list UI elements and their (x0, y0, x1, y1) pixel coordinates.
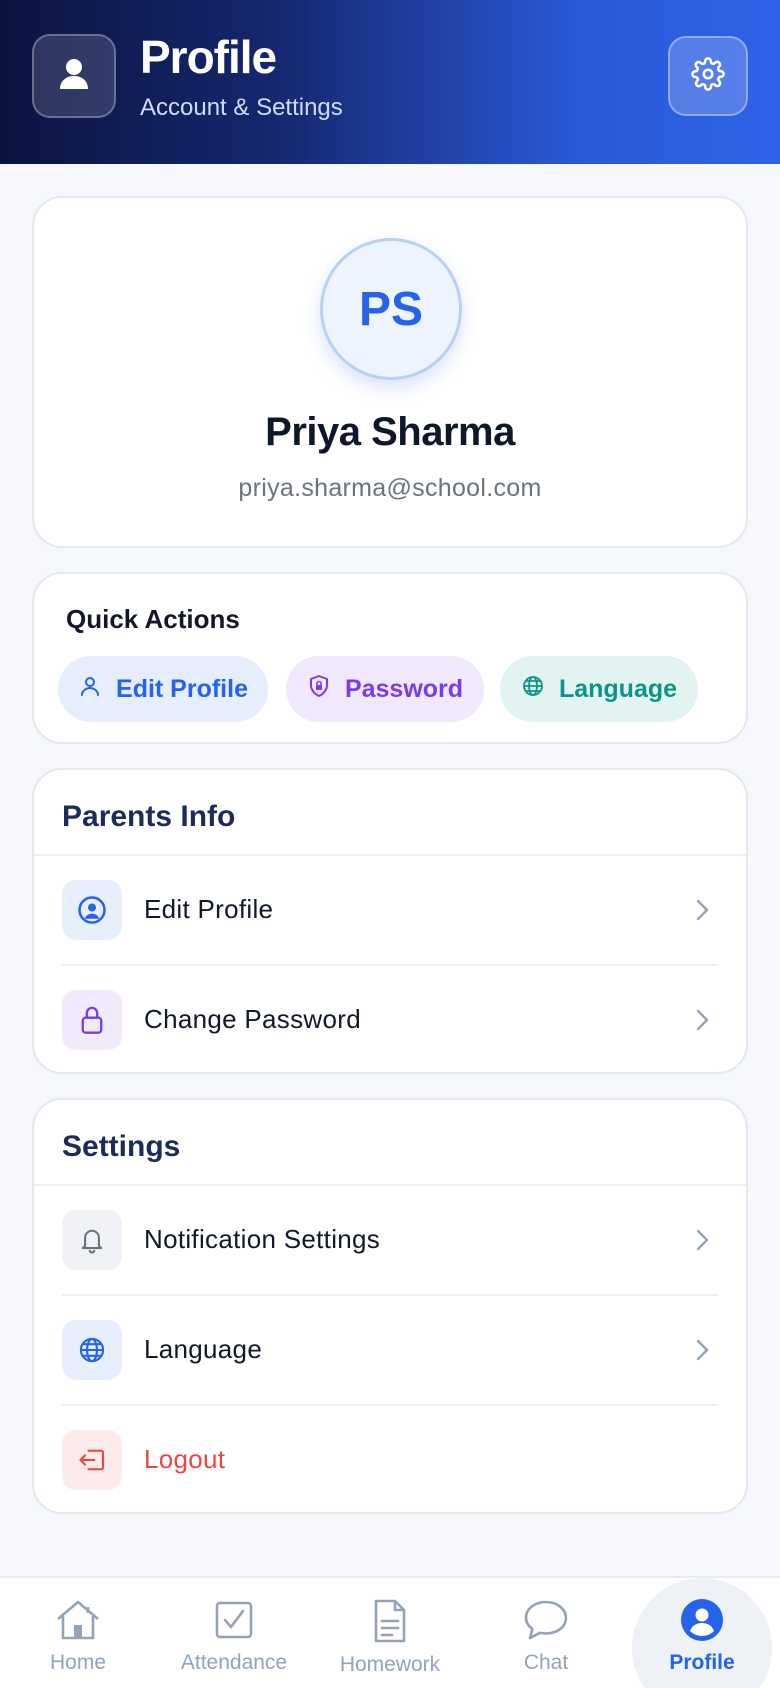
user-outline-icon (78, 674, 102, 705)
document-icon (370, 1598, 410, 1649)
parents-edit-profile-row[interactable]: Edit Profile (34, 856, 746, 966)
notification-settings-row[interactable]: Notification Settings (34, 1186, 746, 1296)
logout-label: Logout (144, 1444, 226, 1474)
logout-row[interactable]: Logout (34, 1406, 746, 1516)
language-row[interactable]: Language (34, 1296, 746, 1406)
quick-language-button[interactable]: Language (500, 656, 698, 722)
page-title: Profile (140, 31, 277, 83)
nav-attendance[interactable]: Attendance (156, 1578, 312, 1688)
nav-homework[interactable]: Homework (312, 1578, 468, 1688)
profile-card: PS Priya Sharma priya.sharma@school.com (32, 196, 748, 548)
profile-email: priya.sharma@school.com (238, 474, 542, 502)
profile-icon (680, 1598, 724, 1647)
parents-info-title: Parents Info (62, 800, 236, 833)
settings-title: Settings (62, 1130, 181, 1163)
user-circle-icon (62, 880, 122, 940)
quick-edit-profile-label: Edit Profile (116, 674, 248, 703)
quick-language-label: Language (558, 674, 678, 703)
lock-icon (62, 990, 122, 1050)
parents-change-password-label: Change Password (144, 1004, 361, 1034)
parents-edit-profile-label: Edit Profile (144, 894, 274, 924)
page-subtitle: Account & Settings (140, 94, 343, 121)
bottom-nav: Home Attendance Homework Chat Profile (0, 1576, 780, 1688)
profile-screen: Profile Account & Settings PS Priya Shar… (0, 0, 780, 1688)
nav-profile-label: Profile (669, 1651, 735, 1674)
gear-icon (691, 56, 725, 96)
quick-edit-profile-button[interactable]: Edit Profile (58, 656, 268, 722)
parents-info-card: Parents Info Edit Profile Change Passwor… (32, 768, 748, 1074)
chevron-right-icon (688, 1006, 716, 1034)
nav-homework-label: Homework (339, 1653, 441, 1676)
settings-card: Settings Notification Settings Language … (32, 1098, 748, 1514)
user-icon (58, 57, 90, 96)
nav-profile[interactable]: Profile (624, 1578, 780, 1688)
language-label: Language (144, 1334, 263, 1364)
settings-button[interactable] (668, 36, 748, 116)
profile-name: Priya Sharma (265, 410, 515, 454)
notification-settings-label: Notification Settings (144, 1224, 381, 1254)
logout-icon (62, 1430, 122, 1490)
quick-actions-card: Quick Actions Edit Profile Password Lang… (32, 572, 748, 744)
home-icon (54, 1598, 102, 1647)
chevron-right-icon (688, 1226, 716, 1254)
avatar[interactable]: PS (320, 238, 462, 380)
header-avatar[interactable] (32, 34, 116, 118)
globe-icon (62, 1320, 122, 1380)
chevron-right-icon (688, 896, 716, 924)
bell-icon (62, 1210, 122, 1270)
parents-change-password-row[interactable]: Change Password (34, 966, 746, 1076)
shield-lock-icon (307, 674, 331, 705)
nav-home[interactable]: Home (0, 1578, 156, 1688)
header: Profile Account & Settings (0, 0, 780, 164)
chevron-right-icon (688, 1336, 716, 1364)
nav-attendance-label: Attendance (180, 1651, 288, 1674)
nav-chat[interactable]: Chat (468, 1578, 624, 1688)
quick-actions-title: Quick Actions (66, 604, 240, 634)
nav-chat-label: Chat (523, 1651, 569, 1674)
quick-password-label: Password (344, 674, 464, 703)
chat-bubble-icon (522, 1598, 570, 1647)
checkbox-icon (212, 1598, 256, 1647)
quick-password-button[interactable]: Password (286, 656, 484, 722)
nav-home-label: Home (49, 1651, 107, 1674)
globe-icon (521, 674, 545, 705)
